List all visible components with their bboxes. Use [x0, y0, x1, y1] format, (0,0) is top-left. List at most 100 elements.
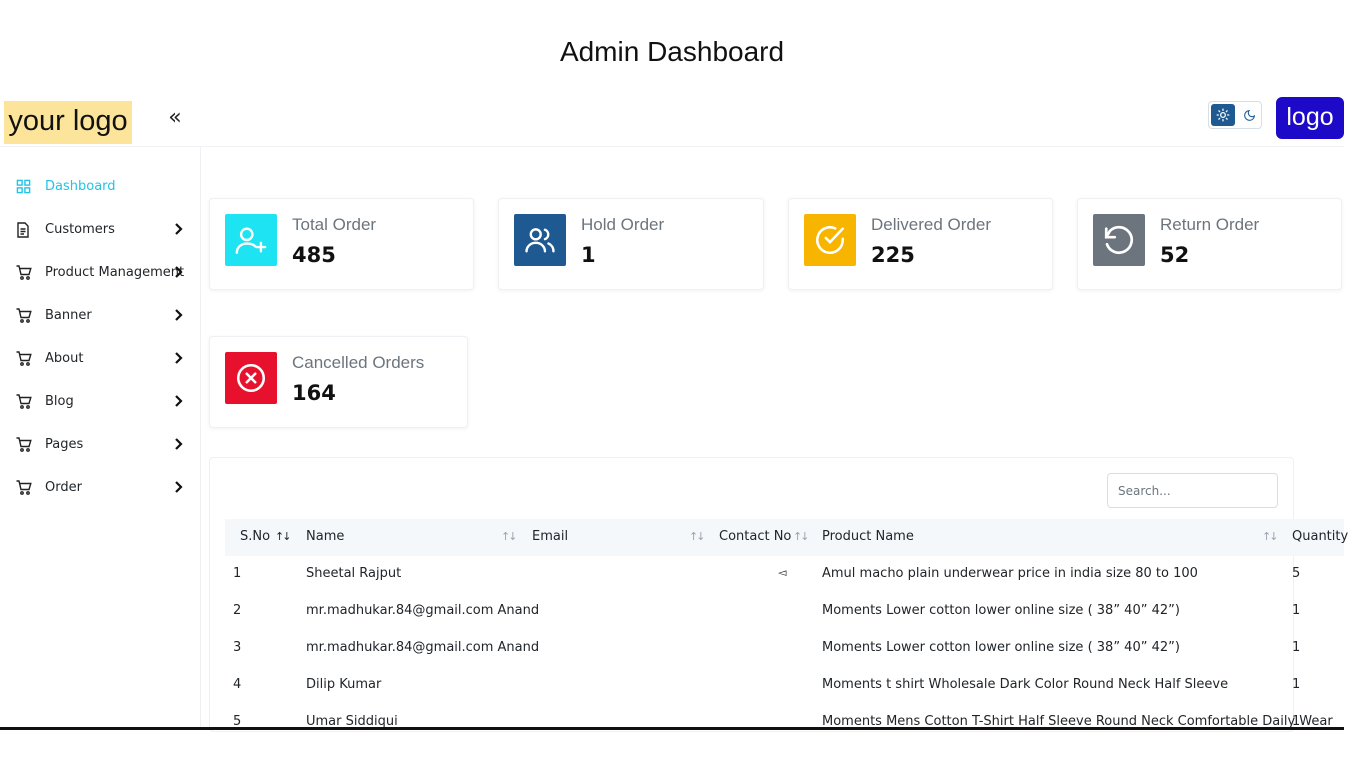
sidebar-item-blog[interactable]: Blog	[0, 380, 200, 423]
cell-product: Amul macho plain underwear price in indi…	[822, 566, 1198, 581]
cell-sno: 3	[233, 640, 242, 655]
cell-quantity: 1	[1292, 714, 1301, 727]
check-circle-icon	[804, 214, 856, 266]
table-row[interactable]: 5 Umar Siddiqui Moments Mens Cotton T-Sh…	[225, 704, 1344, 727]
chevron-right-icon	[174, 308, 186, 322]
cell-product: Moments t shirt Wholesale Dark Color Rou…	[822, 677, 1229, 692]
sidebar-item-label: Banner	[45, 308, 92, 323]
cell-product: Moments Lower cotton lower online size (…	[822, 603, 1180, 618]
page-title: Admin Dashboard	[559, 36, 785, 67]
sidebar: Dashboard Customers Product Management B…	[0, 165, 200, 509]
stat-label: Cancelled Orders	[292, 353, 425, 372]
chevron-right-icon	[174, 437, 186, 451]
table-row[interactable]: 1 Sheetal Rajput ◅ Amul macho plain unde…	[225, 556, 1344, 593]
sidebar-item-label: Dashboard	[45, 179, 116, 194]
sidebar-divider	[200, 147, 201, 727]
x-circle-icon	[225, 352, 277, 404]
cell-sno: 2	[233, 603, 242, 618]
sort-icon[interactable]: ↑↓	[501, 530, 518, 543]
stat-value: 1	[581, 243, 596, 267]
cart-icon	[16, 308, 32, 324]
sort-icon[interactable]: ↑↓	[1262, 530, 1279, 543]
document-icon	[16, 222, 32, 238]
cell-quantity: 5	[1292, 566, 1301, 581]
stat-label: Total Order	[292, 215, 377, 234]
search-input[interactable]	[1107, 473, 1278, 508]
cell-name: mr.madhukar.84@gmail.com Anand	[306, 640, 540, 655]
cell-quantity: 1	[1292, 677, 1301, 692]
sort-asc-icon[interactable]: ↑↓	[275, 530, 292, 543]
theme-toggle[interactable]	[1208, 101, 1262, 129]
sort-icon[interactable]: ↑↓	[689, 530, 706, 543]
column-header-name[interactable]: Name	[306, 529, 344, 544]
user-logo[interactable]: logo	[1276, 97, 1344, 139]
sidebar-item-label: Product Management	[45, 265, 185, 280]
user-plus-icon	[225, 214, 277, 266]
cart-icon	[16, 437, 32, 453]
stat-value: 485	[292, 243, 336, 267]
cell-sno: 5	[233, 714, 242, 727]
cell-name: Dilip Kumar	[306, 677, 382, 692]
sidebar-item-product-management[interactable]: Product Management	[0, 251, 200, 294]
table-row[interactable]: 4 Dilip Kumar Moments t shirt Wholesale …	[225, 667, 1344, 704]
chevron-right-icon	[174, 265, 186, 279]
column-header-sno[interactable]: S.No	[240, 529, 270, 544]
users-icon	[514, 214, 566, 266]
stat-card-total-order: Total Order 485	[209, 198, 474, 290]
stat-value: 225	[871, 243, 915, 267]
column-header-quantity[interactable]: Quantity	[1292, 529, 1348, 544]
chevron-right-icon	[174, 480, 186, 494]
send-icon: ◅	[778, 566, 787, 579]
table-row[interactable]: 2 mr.madhukar.84@gmail.com Anand Moments…	[225, 593, 1344, 630]
cell-name: Umar Siddiqui	[306, 714, 398, 727]
cell-sno: 1	[233, 566, 242, 581]
cart-icon	[16, 351, 32, 367]
sidebar-item-label: Order	[45, 480, 82, 495]
stat-card-cancelled-orders: Cancelled Orders 164	[209, 336, 468, 428]
stat-label: Return Order	[1160, 215, 1260, 234]
column-header-product[interactable]: Product Name	[822, 529, 914, 544]
stat-label: Hold Order	[581, 215, 665, 234]
grid-icon	[16, 179, 32, 195]
brand-logo[interactable]: your logo	[4, 101, 132, 144]
stat-value: 52	[1160, 243, 1190, 267]
cart-icon	[16, 480, 32, 496]
sidebar-item-label: About	[45, 351, 84, 366]
header-divider	[0, 146, 1344, 147]
chevron-right-icon	[174, 351, 186, 365]
stat-card-hold-order: Hold Order 1	[498, 198, 764, 290]
column-header-email[interactable]: Email	[532, 529, 568, 544]
cell-product: Moments Lower cotton lower online size (…	[822, 640, 1180, 655]
sidebar-item-banner[interactable]: Banner	[0, 294, 200, 337]
undo-icon	[1093, 214, 1145, 266]
column-header-contact[interactable]: Contact No	[719, 529, 791, 544]
sidebar-item-label: Customers	[45, 222, 115, 237]
sidebar-item-dashboard[interactable]: Dashboard	[0, 165, 200, 208]
cart-icon	[16, 265, 32, 281]
cell-name: mr.madhukar.84@gmail.com Anand	[306, 603, 540, 618]
table-row[interactable]: 3 mr.madhukar.84@gmail.com Anand Moments…	[225, 630, 1344, 667]
sun-icon[interactable]	[1211, 104, 1235, 126]
sidebar-item-order[interactable]: Order	[0, 466, 200, 509]
cell-sno: 4	[233, 677, 242, 692]
sidebar-item-about[interactable]: About	[0, 337, 200, 380]
table-header: S.No ↑↓ Name ↑↓ Email ↑↓ Contact No ↑↓ P…	[225, 519, 1348, 556]
sidebar-item-label: Blog	[45, 394, 74, 409]
cell-quantity: 1	[1292, 603, 1301, 618]
stat-card-delivered-order: Delivered Order 225	[788, 198, 1053, 290]
cell-quantity: 1	[1292, 640, 1301, 655]
stat-value: 164	[292, 381, 336, 405]
stat-card-return-order: Return Order 52	[1077, 198, 1342, 290]
viewport-bottom-edge	[0, 727, 1344, 730]
chevron-right-icon	[174, 394, 186, 408]
chevron-right-icon	[174, 222, 186, 236]
stat-label: Delivered Order	[871, 215, 991, 234]
sidebar-item-label: Pages	[45, 437, 84, 452]
cell-product: Moments Mens Cotton T-Shirt Half Sleeve …	[822, 714, 1333, 727]
sidebar-item-pages[interactable]: Pages	[0, 423, 200, 466]
cell-name: Sheetal Rajput	[306, 566, 402, 581]
collapse-sidebar-button[interactable]: «	[164, 106, 186, 132]
sidebar-item-customers[interactable]: Customers	[0, 208, 200, 251]
moon-icon[interactable]	[1238, 104, 1260, 126]
sort-icon[interactable]: ↑↓	[793, 530, 810, 543]
